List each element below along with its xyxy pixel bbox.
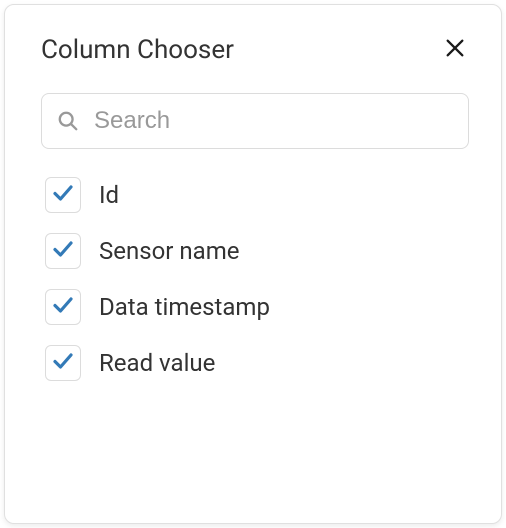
check-icon	[51, 237, 75, 265]
checkbox-id[interactable]	[45, 177, 81, 213]
checkbox-sensor-name[interactable]	[45, 233, 81, 269]
column-label: Data timestamp	[99, 293, 270, 321]
search-input[interactable]	[41, 93, 469, 149]
column-label: Sensor name	[99, 237, 239, 265]
checkbox-read-value[interactable]	[45, 345, 81, 381]
column-item-id[interactable]: Id	[45, 177, 469, 213]
checkbox-data-timestamp[interactable]	[45, 289, 81, 325]
column-item-sensor-name[interactable]: Sensor name	[45, 233, 469, 269]
panel-title: Column Chooser	[41, 35, 234, 65]
panel-header: Column Chooser	[41, 35, 469, 65]
close-icon	[444, 37, 466, 63]
column-item-data-timestamp[interactable]: Data timestamp	[45, 289, 469, 325]
check-icon	[51, 181, 75, 209]
column-item-read-value[interactable]: Read value	[45, 345, 469, 381]
column-label: Id	[99, 181, 119, 209]
columns-list: Id Sensor name Data timestamp	[41, 177, 469, 381]
close-button[interactable]	[441, 36, 469, 64]
check-icon	[51, 293, 75, 321]
search-wrapper	[41, 93, 469, 149]
column-chooser-panel: Column Chooser	[4, 4, 502, 524]
check-icon	[51, 349, 75, 377]
column-label: Read value	[99, 349, 215, 377]
